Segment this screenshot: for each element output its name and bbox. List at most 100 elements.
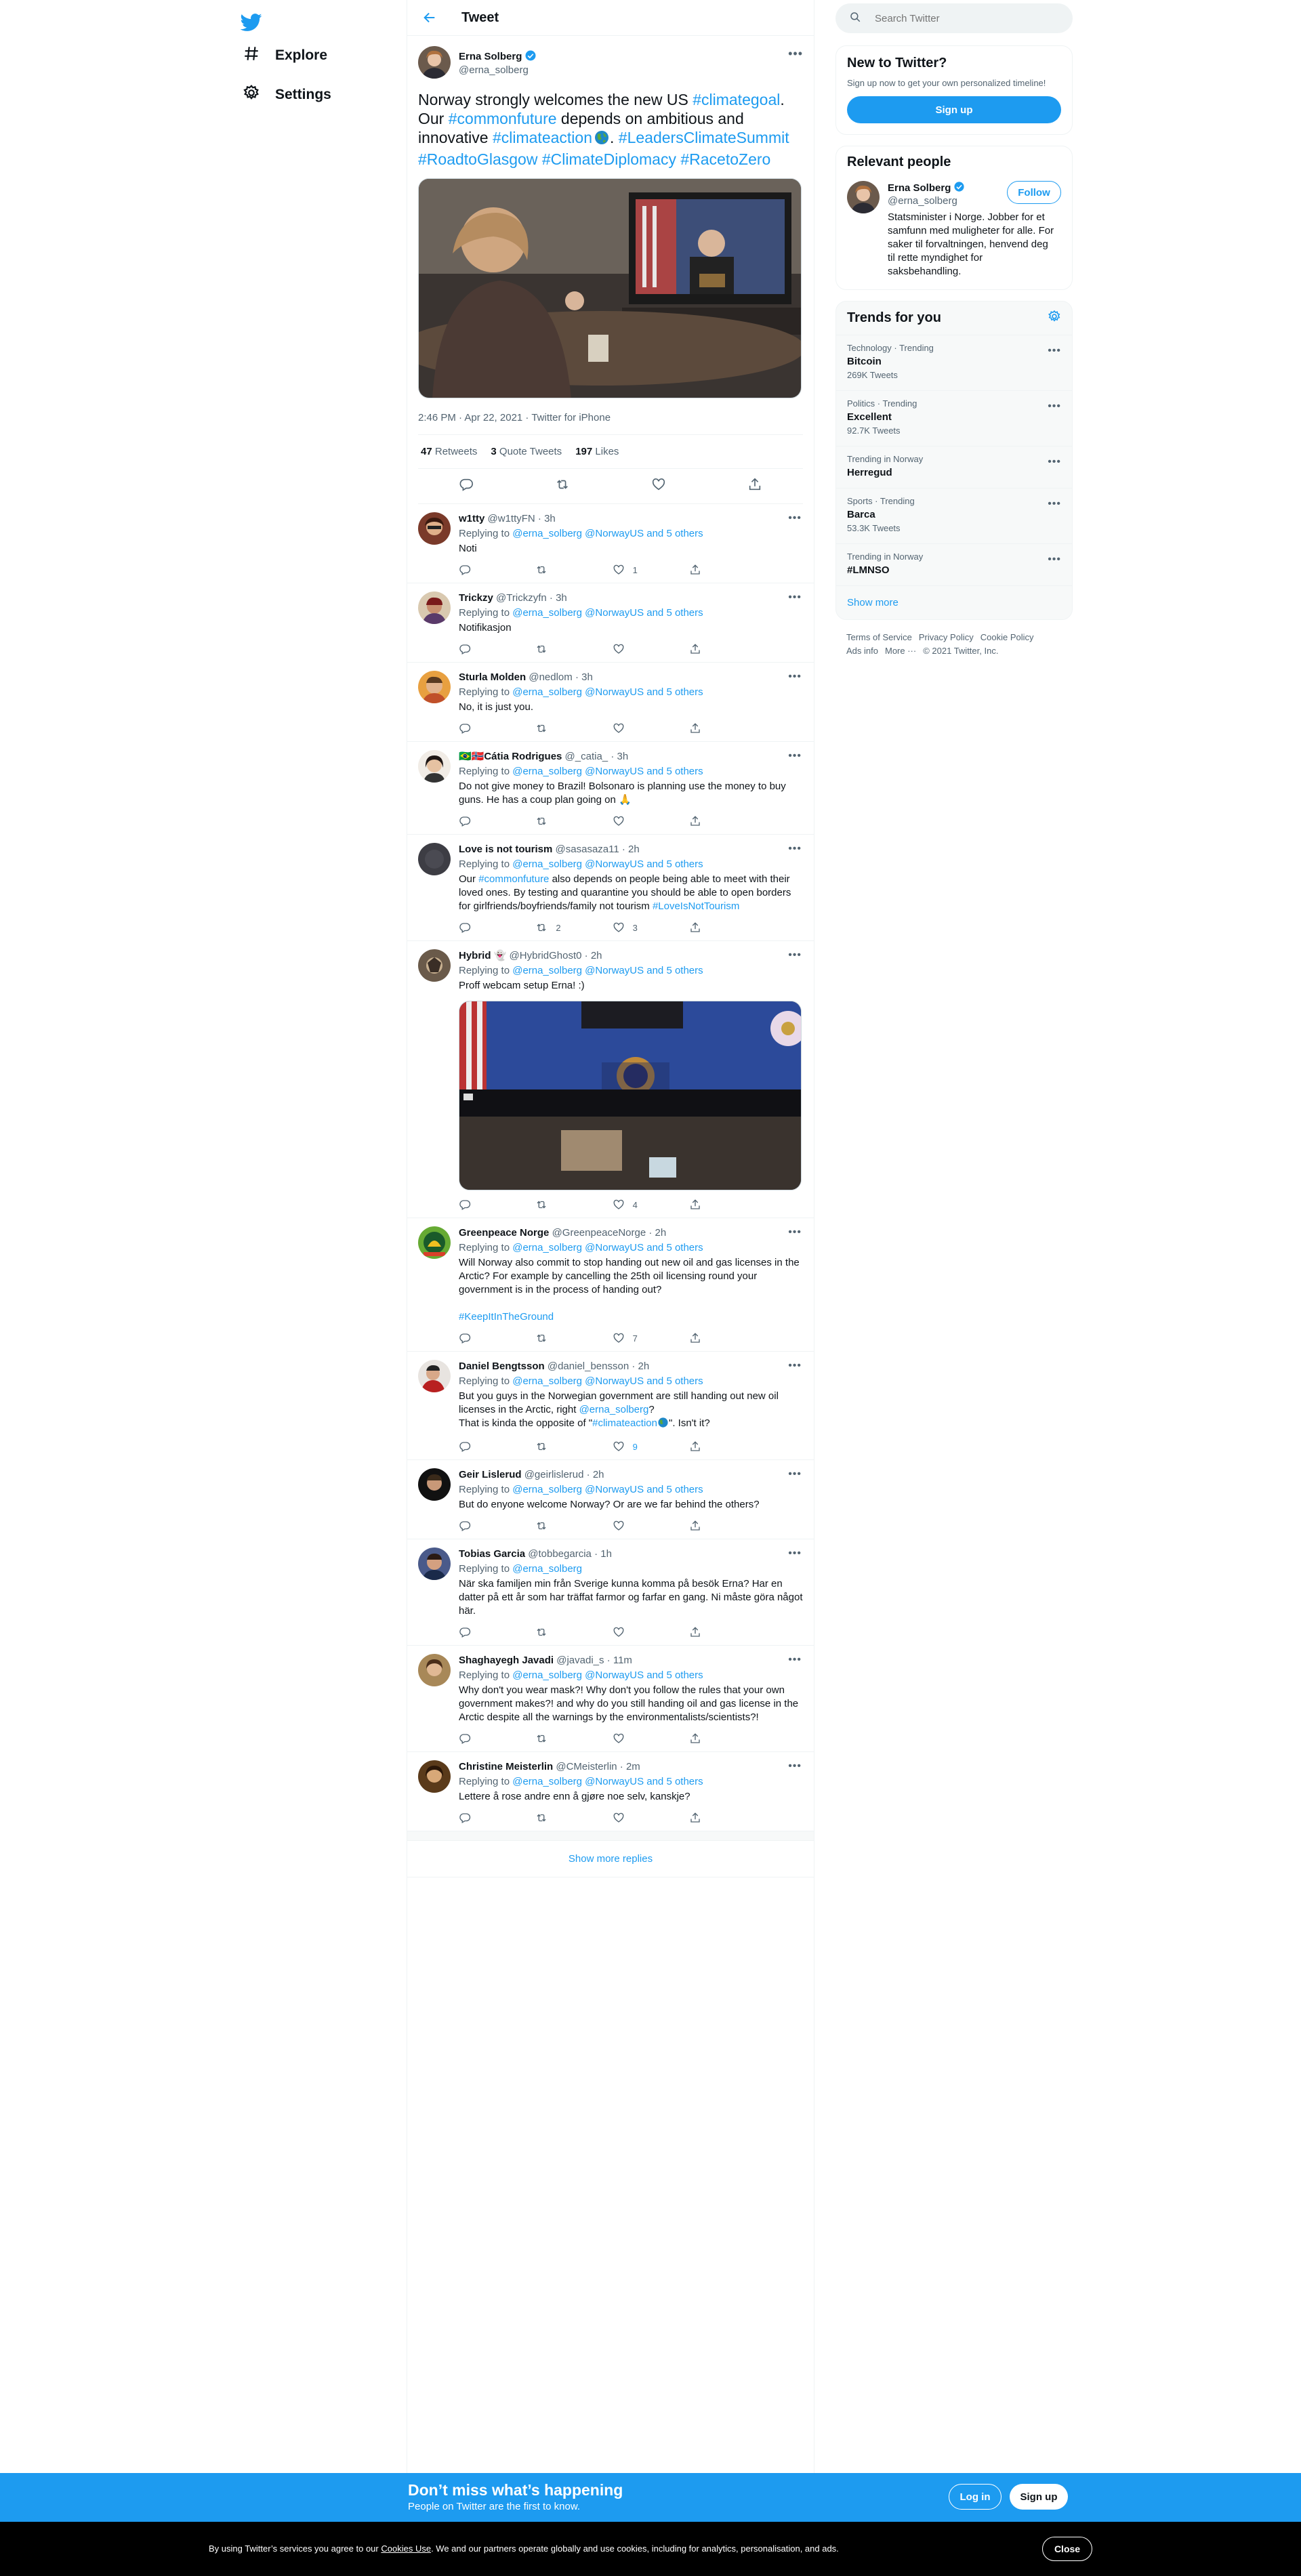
retweets-stat[interactable]: 47 Retweets [421,446,477,457]
reply-button[interactable] [459,921,520,934]
hashtag-link[interactable]: #RoadtoGlasgow [418,150,537,168]
reply-button[interactable] [459,815,520,827]
more-options-icon[interactable]: ••• [788,843,802,855]
reply-button[interactable] [459,1626,520,1638]
reply-time[interactable]: 2h [655,1227,667,1239]
reply-author-name[interactable]: Greenpeace Norge [459,1227,549,1239]
replying-to-link[interactable]: @erna_solberg @NorwayUS and 5 others [512,858,703,870]
follow-button[interactable]: Follow [1007,181,1061,204]
hashtag-link[interactable]: #LoveIsNotTourism [653,900,739,912]
tweet-timestamp[interactable]: 2:46 PM · Apr 22, 2021 · Twitter for iPh… [418,412,803,435]
relevant-person[interactable]: Erna Solberg @erna_solberg Statsminister… [847,178,1061,278]
more-options-icon[interactable]: ••• [788,1760,802,1772]
more-options-icon[interactable]: ••• [788,591,802,604]
like-button[interactable] [613,722,674,734]
retweet-button[interactable] [535,1199,596,1211]
more-options-icon[interactable]: ••• [788,1547,802,1560]
retweet-button[interactable]: 2 [535,921,596,934]
hashtag-link[interactable]: #climategoal [693,91,780,108]
quote-tweets-stat[interactable]: 3 Quote Tweets [491,446,562,457]
reply-button[interactable] [459,1440,520,1453]
show-more-trends-link[interactable]: Show more [836,586,1072,619]
retweet-button[interactable] [535,564,596,576]
author-name[interactable]: Erna Solberg [459,51,522,62]
share-button[interactable] [689,1332,750,1344]
share-button[interactable] [689,1440,750,1453]
search-box[interactable] [835,3,1073,33]
share-button[interactable] [689,1812,750,1824]
replying-to-link[interactable]: @erna_solberg [512,1563,582,1575]
share-button[interactable] [689,921,750,934]
more-options-icon[interactable]: ••• [1048,498,1061,510]
avatar[interactable] [418,843,451,875]
replying-to-link[interactable]: @erna_solberg @NorwayUS and 5 others [512,686,703,698]
reply-author-name[interactable]: Hybrid [459,950,491,961]
avatar[interactable] [418,1760,451,1793]
log-in-button[interactable]: Log in [949,2484,1001,2510]
reply-button[interactable] [459,1732,520,1745]
share-button[interactable] [689,1520,750,1532]
more-options-icon[interactable]: ••• [788,512,802,524]
reply-button[interactable] [459,1332,520,1344]
reply-button[interactable] [459,564,520,576]
person-name[interactable]: Erna Solberg [888,182,951,194]
cookie-policy-link[interactable]: Cookie Policy [980,632,1034,642]
reply-tweet[interactable]: Tobias Garcia @tobbegarcia · 1h Replying… [407,1539,814,1646]
retweet-button[interactable] [535,815,596,827]
replying-to-link[interactable]: @erna_solberg @NorwayUS and 5 others [512,766,703,777]
reply-author-name[interactable]: Tobias Garcia [459,1548,525,1560]
trend-item[interactable]: Trending in Norway #LMNSO ••• [836,544,1072,586]
back-arrow-icon[interactable] [418,6,441,29]
more-options-icon[interactable]: ••• [1048,345,1061,357]
retweet-button[interactable] [535,1812,596,1824]
reply-tweet[interactable]: Daniel Bengtsson @daniel_bensson · 2h Re… [407,1352,814,1460]
reply-tweet[interactable]: 🇧🇷🇳🇴Cátia Rodrigues @_catia_ · 3h Replyi… [407,742,814,835]
avatar[interactable] [418,46,451,79]
reply-button[interactable] [459,1520,520,1532]
retweet-button[interactable] [535,1626,596,1638]
reply-time[interactable]: 2h [591,950,602,961]
reply-time[interactable]: 3h [581,671,593,683]
like-button[interactable]: 3 [613,921,674,934]
share-button[interactable] [689,1732,750,1745]
reply-time[interactable]: 3h [544,513,556,524]
reply-author-name[interactable]: w1tty [459,513,484,524]
replying-to-link[interactable]: @erna_solberg @NorwayUS and 5 others [512,1669,703,1681]
more-options-icon[interactable]: ••• [788,47,803,61]
retweet-button[interactable] [535,643,596,655]
avatar[interactable] [418,1654,451,1686]
reply-author-name[interactable]: 🇧🇷🇳🇴Cátia Rodrigues [459,751,562,762]
reply-time[interactable]: 1h [600,1548,612,1560]
reply-time[interactable]: 2m [626,1761,640,1772]
terms-link[interactable]: Terms of Service [846,632,912,642]
close-button[interactable]: Close [1042,2537,1092,2561]
more-options-icon[interactable]: ••• [788,1468,802,1480]
retweet-button[interactable] [535,1332,596,1344]
retweet-button[interactable] [535,722,596,734]
like-button[interactable] [613,815,674,827]
trend-item[interactable]: Trending in Norway Herregud ••• [836,446,1072,489]
share-icon[interactable] [747,477,762,495]
reply-author-name[interactable]: Trickzy [459,592,493,604]
ads-info-link[interactable]: Ads info [846,646,878,656]
reply-time[interactable]: 3h [617,751,629,762]
gear-icon[interactable] [1048,310,1061,327]
reply-author-name[interactable]: Daniel Bengtsson [459,1360,545,1372]
reply-button[interactable] [459,722,520,734]
reply-time[interactable]: 2h [628,844,640,855]
share-button[interactable] [689,1199,750,1211]
hashtag-link[interactable]: #RacetoZero [680,150,770,168]
more-options-icon[interactable]: ••• [788,949,802,961]
hashtag-link[interactable]: #climateaction [592,1417,657,1429]
like-button[interactable] [613,643,674,655]
reply-author-name[interactable]: Christine Meisterlin [459,1761,553,1772]
avatar[interactable] [418,750,451,783]
more-options-icon[interactable]: ••• [788,671,802,683]
hashtag-link[interactable]: #commonfuture [478,873,549,885]
reply-time[interactable]: 2h [593,1469,604,1480]
reply-button[interactable] [459,1812,520,1824]
reply-tweet[interactable]: Shaghayegh Javadi @javadi_s · 11m Replyi… [407,1646,814,1752]
like-button[interactable] [613,1812,674,1824]
nav-settings[interactable]: Settings [236,77,338,112]
reply-tweet[interactable]: Greenpeace Norge @GreenpeaceNorge · 2h R… [407,1218,814,1352]
